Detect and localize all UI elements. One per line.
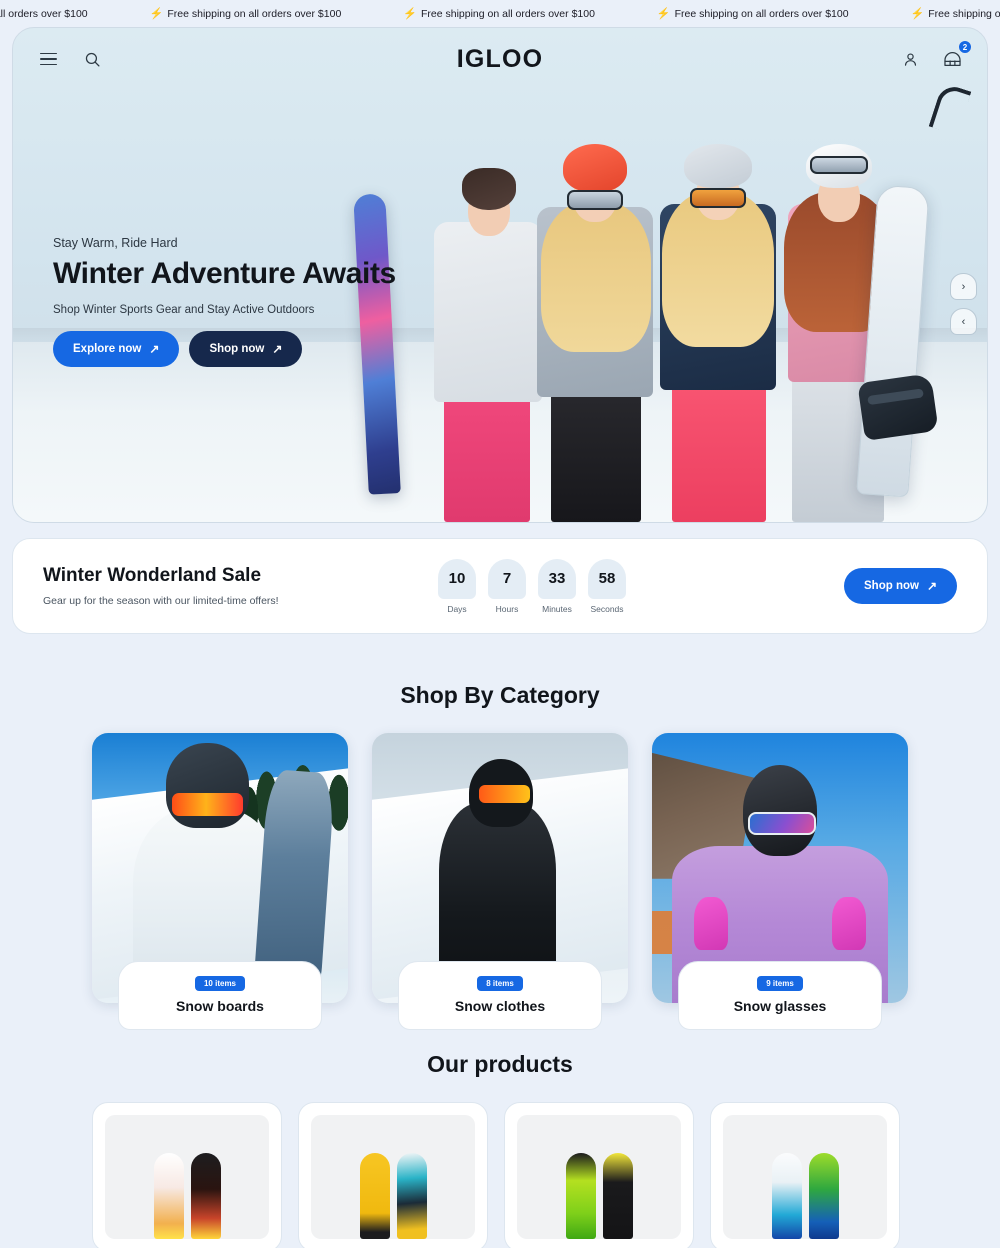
arrow-up-right-icon: ↗	[149, 342, 160, 356]
hero-banner: IGLOO 2 Stay Warm, Ride Hard Winter Adve…	[12, 27, 988, 523]
product-card[interactable]	[298, 1102, 488, 1248]
carousel-prev-button[interactable]: ‹	[950, 308, 977, 335]
search-icon[interactable]	[79, 46, 105, 72]
arrow-up-right-icon: ↗	[272, 342, 283, 356]
category-grid: 10 items Snow boards 8 items Snow clothe…	[0, 733, 1000, 1030]
products-heading: Our products	[427, 1051, 573, 1077]
bolt-icon: ⚡	[656, 8, 671, 20]
product-card[interactable]	[710, 1102, 900, 1248]
product-image	[105, 1115, 269, 1239]
countdown-label: Days	[447, 603, 467, 614]
sale-subtitle: Gear up for the season with our limited-…	[43, 595, 279, 607]
countdown-value: 33	[538, 558, 576, 599]
announcement-text: Free shipping on all orders over $100	[420, 7, 595, 20]
shopping-cart-icon[interactable]: 2	[939, 40, 972, 72]
category-label-card: 10 items Snow boards	[118, 961, 322, 1030]
product-grid	[0, 1102, 1000, 1248]
countdown-value: 7	[488, 558, 526, 599]
announcement-text: Free shipping on all orders over $100	[928, 7, 1000, 20]
announcement-bar: ⚡Free shipping on all orders over $100⚡F…	[0, 0, 1000, 27]
category-name: Snow glasses	[733, 998, 827, 1014]
pole-hook-icon	[928, 82, 972, 136]
explore-now-label: Explore now	[73, 343, 142, 355]
sale-countdown-bar: Winter Wonderland Sale Gear up for the s…	[12, 538, 988, 634]
announcement-item: ⚡Free shipping on all orders over $100	[910, 7, 1000, 21]
category-name: Snow clothes	[454, 998, 546, 1014]
carousel-next-button[interactable]: ›	[950, 273, 977, 300]
category-card-snow-clothes[interactable]: 8 items Snow clothes	[372, 733, 628, 1030]
hamburger-menu-icon[interactable]	[35, 46, 61, 72]
announcement-item: ⚡Free shipping on all orders over $100	[656, 7, 911, 21]
brand-logo[interactable]: IGLOO	[13, 45, 987, 74]
category-label-card: 8 items Snow clothes	[398, 961, 602, 1030]
site-header: IGLOO 2	[13, 28, 987, 90]
product-image	[311, 1115, 475, 1239]
hero-title: Winter Adventure Awaits	[53, 257, 396, 290]
shop-now-hero-button[interactable]: Shop now ↗	[189, 331, 303, 367]
hero-eyebrow: Stay Warm, Ride Hard	[53, 236, 178, 250]
countdown-timer: 10 Days 7 Hours 33 Minutes 58 Seconds	[438, 558, 626, 614]
announcement-item: ⚡Free shipping on all orders over $100	[0, 7, 150, 20]
announcement-item: ⚡Free shipping on all orders over $100	[403, 7, 657, 21]
binding-prop-icon	[857, 373, 939, 441]
product-image	[723, 1115, 887, 1239]
explore-now-button[interactable]: Explore now ↗	[53, 331, 180, 367]
arrow-up-right-icon: ↗	[926, 579, 937, 593]
bolt-icon: ⚡	[910, 8, 925, 20]
countdown-label: Seconds	[590, 603, 624, 614]
countdown-unit: 7 Hours	[488, 558, 526, 614]
category-card-snow-boards[interactable]: 10 items Snow boards	[92, 733, 348, 1030]
skier-figure	[533, 102, 658, 522]
countdown-unit: 10 Days	[438, 558, 476, 614]
cart-count-badge: 2	[958, 40, 972, 54]
countdown-value: 10	[438, 558, 476, 599]
countdown-unit: 58 Seconds	[588, 558, 626, 614]
countdown-value: 58	[588, 558, 626, 599]
shop-now-sale-button[interactable]: Shop now ↗	[844, 568, 957, 604]
countdown-unit: 33 Minutes	[538, 558, 576, 614]
category-card-snow-glasses[interactable]: 9 items Snow glasses	[652, 733, 908, 1030]
shop-now-sale-label: Shop now	[864, 580, 919, 592]
categories-heading: Shop By Category	[400, 682, 600, 708]
category-items-badge: 9 items	[757, 976, 803, 991]
sale-title: Winter Wonderland Sale	[43, 565, 262, 586]
skier-figure	[428, 122, 548, 522]
bolt-icon: ⚡	[403, 8, 417, 20]
hero-subtitle: Shop Winter Sports Gear and Stay Active …	[53, 304, 315, 316]
hero-skiers-group	[428, 102, 898, 522]
announcement-text: Free shipping on all orders over $100	[674, 7, 849, 20]
category-name: Snow boards	[176, 998, 264, 1014]
product-image	[517, 1115, 681, 1239]
skier-figure	[656, 102, 781, 522]
announcement-text: Free shipping on all orders over $100	[167, 7, 342, 20]
announcement-item: ⚡Free shipping on all orders over $100	[149, 7, 404, 21]
category-label-card: 9 items Snow glasses	[678, 961, 882, 1030]
category-items-badge: 8 items	[477, 976, 523, 991]
category-items-badge: 10 items	[194, 976, 246, 991]
countdown-label: Minutes	[542, 603, 572, 614]
product-card[interactable]	[504, 1102, 694, 1248]
shop-now-hero-label: Shop now	[209, 343, 265, 355]
countdown-label: Hours	[495, 603, 519, 614]
announcement-text: Free shipping on all orders over $100	[0, 7, 88, 20]
bolt-icon: ⚡	[149, 8, 164, 20]
user-account-icon[interactable]	[897, 46, 923, 72]
product-card[interactable]	[92, 1102, 282, 1248]
